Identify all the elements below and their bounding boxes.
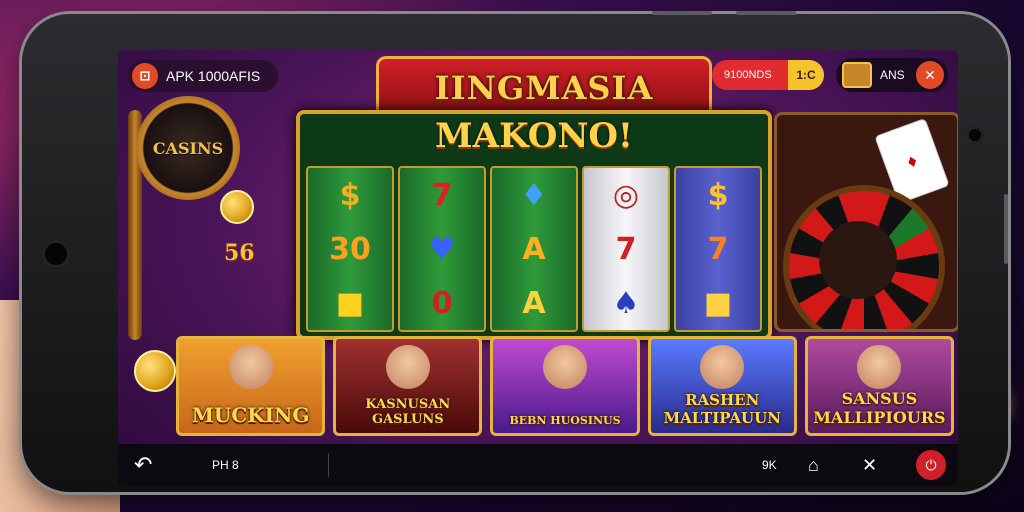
reel-symbol: $ <box>707 177 729 213</box>
game-screen: ⊡ APK 1000AFIS 9100NDS 1:C ANS ✕ CASINS … <box>118 50 958 486</box>
bonus-value: 1:C <box>788 60 824 90</box>
bonus-label: 9100NDS <box>724 69 772 81</box>
slot-reels: $ 30 ■ 7 ♥ 0 ♦ A A ◎ 7 ♠ $ 7 ■ <box>306 166 762 332</box>
bonus-chip[interactable]: 9100NDS 1:C <box>712 60 824 90</box>
reel-symbol: 7 <box>431 177 453 213</box>
phone-frame: ⊡ APK 1000AFIS 9100NDS 1:C ANS ✕ CASINS … <box>22 11 1008 492</box>
tile-label: BEBN HUOSINUS <box>509 414 621 427</box>
bottom-nav-bar: ↶ PH 8 9K ⌂ ✕ ⏻ <box>118 444 958 486</box>
front-camera-icon <box>42 240 70 268</box>
volume-button[interactable] <box>652 11 712 15</box>
character-avatar <box>228 345 273 389</box>
slot-title: MAKONO! <box>435 116 633 156</box>
coin-icon <box>134 350 176 392</box>
game-tiles: MUCKING KASNUSAN GASLUNS BEBN HUOSINUS R… <box>176 336 955 436</box>
character-avatar <box>857 345 902 389</box>
reel-symbol: $ <box>339 177 361 213</box>
reel-2: 7 ♥ 0 <box>398 166 486 332</box>
reel-symbol: ♥ <box>428 231 456 267</box>
character-avatar <box>385 345 430 389</box>
reel-symbol: 0 <box>431 285 453 321</box>
side-button[interactable] <box>1004 194 1008 264</box>
power-icon[interactable]: ⏻ <box>916 450 946 480</box>
slot-machine[interactable]: MAKONO! $ 30 ■ 7 ♥ 0 ♦ A A ◎ 7 ♠ $ 7 ■ <box>296 110 772 340</box>
tile-label: MUCKING <box>191 403 310 427</box>
coin-icon <box>220 190 254 224</box>
reel-4: ◎ 7 ♠ <box>582 166 670 332</box>
apk-label: APK 1000AFIS <box>166 68 261 84</box>
nav-right-label: 9K <box>762 458 777 472</box>
roulette-wheel-icon <box>783 185 945 329</box>
character-avatar <box>543 345 587 389</box>
game-tile[interactable]: MUCKING <box>176 336 326 436</box>
reel-symbol: 7 <box>707 231 729 267</box>
game-tile[interactable]: KASNUSAN GASLUNS <box>333 336 483 436</box>
tile-label: SANSUS MALLIPIOURS <box>813 389 946 427</box>
apk-chip[interactable]: ⊡ APK 1000AFIS <box>128 60 278 92</box>
reel-3: ♦ A A <box>490 166 578 332</box>
reel-symbol: ■ <box>703 285 733 321</box>
roulette-panel[interactable]: ♦ <box>774 112 958 332</box>
game-tile[interactable]: RASHEN MALTIPAUUN <box>647 336 797 436</box>
reel-symbol: ■ <box>335 285 365 321</box>
apk-badge-icon: ⊡ <box>132 63 158 89</box>
reel-symbol: ♠ <box>612 285 640 321</box>
close-icon[interactable]: ✕ <box>916 61 944 89</box>
reel-symbol: ◎ <box>612 177 640 213</box>
tile-label: KASNUSAN GASLUNS <box>365 397 451 427</box>
game-tile[interactable]: SANSUS MALLIPIOURS <box>804 336 955 436</box>
reel-symbol: A <box>522 231 546 267</box>
sensor-icon <box>966 126 984 144</box>
power-button[interactable] <box>736 11 796 15</box>
reel-5: $ 7 ■ <box>674 166 762 332</box>
reel-symbol: ♦ <box>520 177 548 213</box>
reel-1: $ 30 ■ <box>306 166 394 332</box>
reel-symbol: 7 <box>615 231 637 267</box>
banner-title: IINGMASIA <box>434 69 654 107</box>
reel-symbol: A <box>522 285 546 321</box>
home-icon[interactable]: ⌂ <box>808 455 819 476</box>
wheel-label: CASINS <box>152 138 224 158</box>
reel-symbol: 30 <box>329 231 371 267</box>
back-icon[interactable]: ↶ <box>134 452 152 478</box>
casino-wheel-sign: CASINS <box>136 96 240 200</box>
treasure-chest-icon <box>842 62 872 88</box>
nav-divider <box>328 453 329 477</box>
tile-label: RASHEN MALTIPAUUN <box>663 391 781 427</box>
nav-left-label: PH 8 <box>212 458 239 472</box>
share-icon[interactable]: ✕ <box>862 455 877 476</box>
ans-chip[interactable]: ANS ✕ <box>836 58 948 92</box>
character-avatar <box>700 345 745 389</box>
side-number: 56 <box>224 240 255 266</box>
ans-label: ANS <box>880 68 905 82</box>
game-tile[interactable]: BEBN HUOSINUS <box>490 336 640 436</box>
